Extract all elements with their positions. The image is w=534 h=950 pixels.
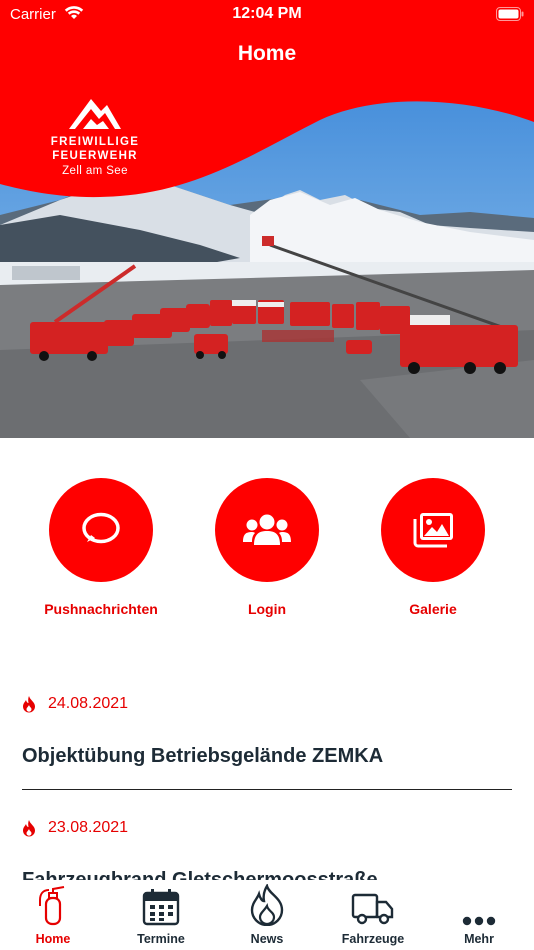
galerie-label: Galerie xyxy=(409,601,457,617)
logo-text-line3: Zell am See xyxy=(62,165,128,177)
tab-bar: Home Termine News Fahrzeuge Mehr xyxy=(0,880,534,950)
battery-icon xyxy=(496,7,524,21)
tab-fahrzeuge-label: Fahrzeuge xyxy=(341,932,405,946)
pushnachrichten-circle[interactable] xyxy=(49,478,153,582)
flame-icon xyxy=(23,696,35,713)
flame-icon xyxy=(23,820,35,837)
tab-mehr[interactable]: Mehr xyxy=(434,880,524,950)
truck-icon xyxy=(351,893,394,925)
logo-text-line2: FEUERWEHR xyxy=(52,150,138,162)
news-date: 24.08.2021 xyxy=(48,695,129,712)
galerie-button[interactable]: Galerie xyxy=(373,478,493,617)
more-dots-icon xyxy=(462,916,496,926)
news-date-row: 24.08.2021 xyxy=(22,693,512,715)
mountain-logo-icon xyxy=(69,99,121,129)
tab-home-label: Home xyxy=(35,932,71,946)
tab-news-label: News xyxy=(250,932,284,946)
flame-icon xyxy=(250,884,284,926)
news-divider xyxy=(22,789,512,790)
news-date: 23.08.2021 xyxy=(48,819,129,836)
galerie-circle[interactable] xyxy=(381,478,485,582)
chat-bubble-icon xyxy=(82,512,120,544)
news-title: Objektübung Betriebsgelände ZEMKA xyxy=(22,745,384,767)
tab-mehr-label: Mehr xyxy=(464,932,494,946)
pushnachrichten-button[interactable]: Pushnachrichten xyxy=(41,478,161,617)
fire-extinguisher-icon xyxy=(39,886,65,926)
logo-text-line1: FREIWILLIGE xyxy=(50,136,140,148)
login-circle[interactable] xyxy=(215,478,319,582)
tab-news[interactable]: News xyxy=(222,880,312,950)
status-bar: Carrier 12:04 PM xyxy=(0,0,534,30)
tab-fahrzeuge[interactable]: Fahrzeuge xyxy=(328,880,418,950)
tab-termine-label: Termine xyxy=(137,932,185,946)
news-item[interactable]: 24.08.2021 Objektübung Betriebsgelände Z… xyxy=(22,693,512,768)
status-time: 12:04 PM xyxy=(232,5,302,22)
page-title: Home xyxy=(237,42,297,65)
login-label: Login xyxy=(247,601,287,617)
news-date-row: 23.08.2021 xyxy=(22,817,512,839)
brand-logo: FREIWILLIGE FEUERWEHR Zell am See xyxy=(40,95,150,179)
gallery-icon xyxy=(413,513,453,548)
users-icon xyxy=(243,514,291,545)
login-button[interactable]: Login xyxy=(207,478,327,617)
tab-termine[interactable]: Termine xyxy=(116,880,206,950)
pushnachrichten-label: Pushnachrichten xyxy=(44,601,158,617)
tab-home[interactable]: Home xyxy=(8,880,98,950)
calendar-icon xyxy=(142,889,180,926)
